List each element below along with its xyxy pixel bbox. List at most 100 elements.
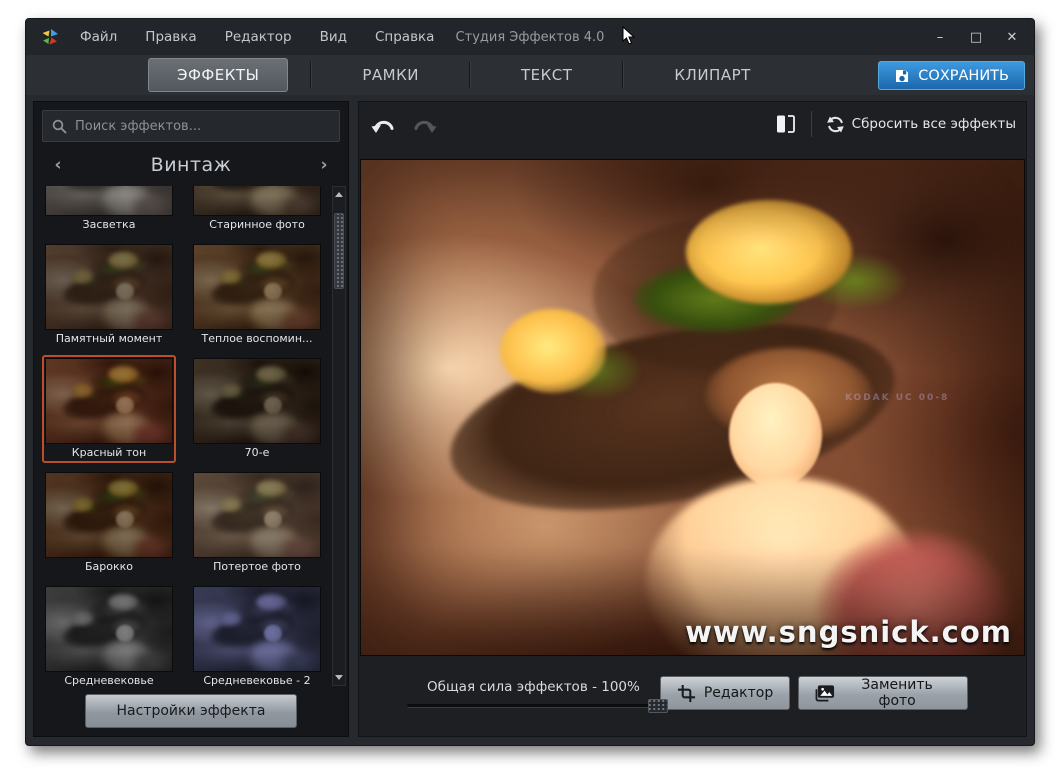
effects-scrollbar[interactable] — [332, 186, 346, 686]
tab-0[interactable]: ЭФФЕКТЫ — [148, 58, 289, 92]
effect-item[interactable]: Памятный момент — [42, 241, 176, 349]
redo-icon — [414, 120, 437, 133]
effect-strength-slider[interactable] — [407, 698, 668, 713]
crop-icon — [677, 684, 695, 702]
portrait-layer — [194, 245, 320, 329]
portrait-preview — [361, 160, 1024, 655]
menu-bar: Файл Правка Редактор Вид Справка — [80, 29, 434, 45]
tab-strip: ЭФФЕКТЫ РАМКИ ТЕКСТ КЛИПАРТ — [126, 58, 801, 92]
effect-item[interactable]: Теплое воспомин... — [190, 241, 324, 349]
tab-1[interactable]: РАМКИ — [334, 59, 447, 91]
app-logo-icon — [42, 29, 58, 45]
replace-photo-icon — [815, 684, 835, 702]
portrait-preview — [194, 359, 320, 443]
menu-item[interactable]: Редактор — [225, 29, 292, 45]
portrait-layer — [46, 359, 172, 443]
effects-grid: Засветка Старинное фото Памятный момент Теп… — [34, 186, 346, 686]
save-button[interactable]: СОХРАНИТЬ — [878, 61, 1025, 90]
minimize-button[interactable]: – — [932, 30, 948, 45]
undo-icon — [371, 120, 394, 133]
toolbar-right: Сбросить все эффекты — [775, 111, 1016, 137]
effect-strength-label: Общая сила эффектов - 100% — [427, 678, 640, 695]
content-area: ‹ Винтаж › Засветка Старинное фото Памятны… — [26, 95, 1034, 745]
portrait-preview — [46, 473, 172, 557]
portrait-preview — [194, 245, 320, 329]
compare-icon — [776, 115, 795, 133]
menu-item[interactable]: Вид — [320, 29, 347, 45]
search-input[interactable] — [75, 118, 330, 134]
category-nav: ‹ Винтаж › — [34, 146, 348, 184]
scroll-up-icon[interactable] — [335, 192, 343, 197]
portrait-preview — [194, 473, 320, 557]
effect-strength-group: Общая сила эффектов - 100% — [407, 678, 668, 713]
effect-caption: Потертое фото — [213, 560, 301, 573]
effect-thumbnail — [45, 586, 173, 672]
effect-item[interactable]: Засветка — [42, 186, 176, 235]
tab-separator — [310, 62, 313, 88]
editor-toolbar: Сбросить все эффекты — [359, 102, 1026, 146]
compare-before-after-button[interactable] — [775, 113, 797, 135]
effect-caption: Теплое воспомин... — [201, 332, 313, 345]
editor-main: Сбросить все эффекты KODAK UC 00-8 www.s… — [358, 101, 1027, 737]
maximize-button[interactable]: □ — [968, 30, 984, 45]
portrait-layer — [46, 186, 172, 215]
category-name: Винтаж — [150, 154, 232, 176]
portrait-layer — [46, 587, 172, 671]
tab-separator — [468, 62, 471, 88]
settings-area: Настройки эффекта — [34, 686, 348, 736]
replace-photo-button[interactable]: Заменить фото — [798, 676, 968, 710]
bottom-buttons: Редактор Заменить фото — [659, 676, 968, 710]
effect-caption: Памятный момент — [55, 332, 163, 345]
tabbar: ЭФФЕКТЫ РАМКИ ТЕКСТ КЛИПАРТ СОХРАНИТЬ — [26, 55, 1034, 95]
effect-item[interactable]: Потертое фото — [190, 469, 324, 577]
effect-item[interactable]: Средневековье — [42, 583, 176, 686]
portrait-layer — [194, 587, 320, 671]
portrait-layer — [194, 186, 320, 215]
portrait-layer — [46, 473, 172, 557]
effect-item[interactable]: Старинное фото — [190, 186, 324, 235]
portrait-preview — [194, 587, 320, 671]
portrait-preview — [46, 359, 172, 443]
menu-item[interactable]: Справка — [375, 29, 434, 45]
reset-effects-button[interactable]: Сбросить все эффекты — [826, 115, 1016, 134]
category-prev-button[interactable]: ‹ — [48, 155, 68, 175]
scrollbar-thumb[interactable] — [334, 213, 344, 289]
portrait-layer — [194, 473, 320, 557]
effect-thumbnail — [45, 472, 173, 558]
effect-caption: Барокко — [84, 560, 134, 573]
portrait-layer — [361, 160, 1024, 655]
category-next-button[interactable]: › — [314, 155, 334, 175]
redo-button[interactable] — [411, 114, 437, 134]
effect-item[interactable]: Красный тон — [42, 355, 176, 463]
menu-item[interactable]: Правка — [145, 29, 196, 45]
effect-item[interactable]: Барокко — [42, 469, 176, 577]
photo-canvas: KODAK UC 00-8 www.sngsnick.com — [360, 159, 1025, 656]
editor-button[interactable]: Редактор — [659, 676, 791, 710]
app-window: Файл Правка Редактор Вид Справка Студия Эффе… — [25, 18, 1035, 746]
tab-2[interactable]: ТЕКСТ — [493, 59, 600, 91]
effect-thumbnail — [193, 472, 321, 558]
titlebar: Файл Правка Редактор Вид Справка Студия Эффе… — [26, 19, 1034, 55]
tab-3[interactable]: КЛИПАРТ — [646, 59, 778, 91]
effect-settings-button[interactable]: Настройки эффекта — [85, 694, 297, 728]
effect-caption: Засветка — [82, 218, 136, 231]
menu-item[interactable]: Файл — [80, 29, 117, 45]
toolbar-divider — [810, 111, 812, 137]
effect-item[interactable]: 70-е — [190, 355, 324, 463]
effect-thumbnail — [193, 244, 321, 330]
effect-thumbnail — [45, 186, 173, 216]
reset-effects-label: Сбросить все эффекты — [851, 116, 1016, 132]
mouse-cursor — [622, 26, 635, 45]
scroll-down-icon[interactable] — [335, 675, 343, 680]
photo-marking: KODAK UC 00-8 — [844, 392, 950, 403]
save-button-label: СОХРАНИТЬ — [918, 67, 1009, 84]
effects-list-viewport: Засветка Старинное фото Памятный момент Теп… — [34, 186, 346, 686]
close-button[interactable]: ✕ — [1004, 30, 1020, 45]
effect-caption: Красный тон — [71, 446, 147, 459]
effect-item[interactable]: Средневековье - 2 — [190, 583, 324, 686]
slider-handle[interactable] — [647, 698, 668, 713]
effect-thumbnail — [193, 186, 321, 216]
portrait-layer — [46, 245, 172, 329]
portrait-preview — [46, 186, 172, 215]
undo-button[interactable] — [371, 114, 397, 134]
